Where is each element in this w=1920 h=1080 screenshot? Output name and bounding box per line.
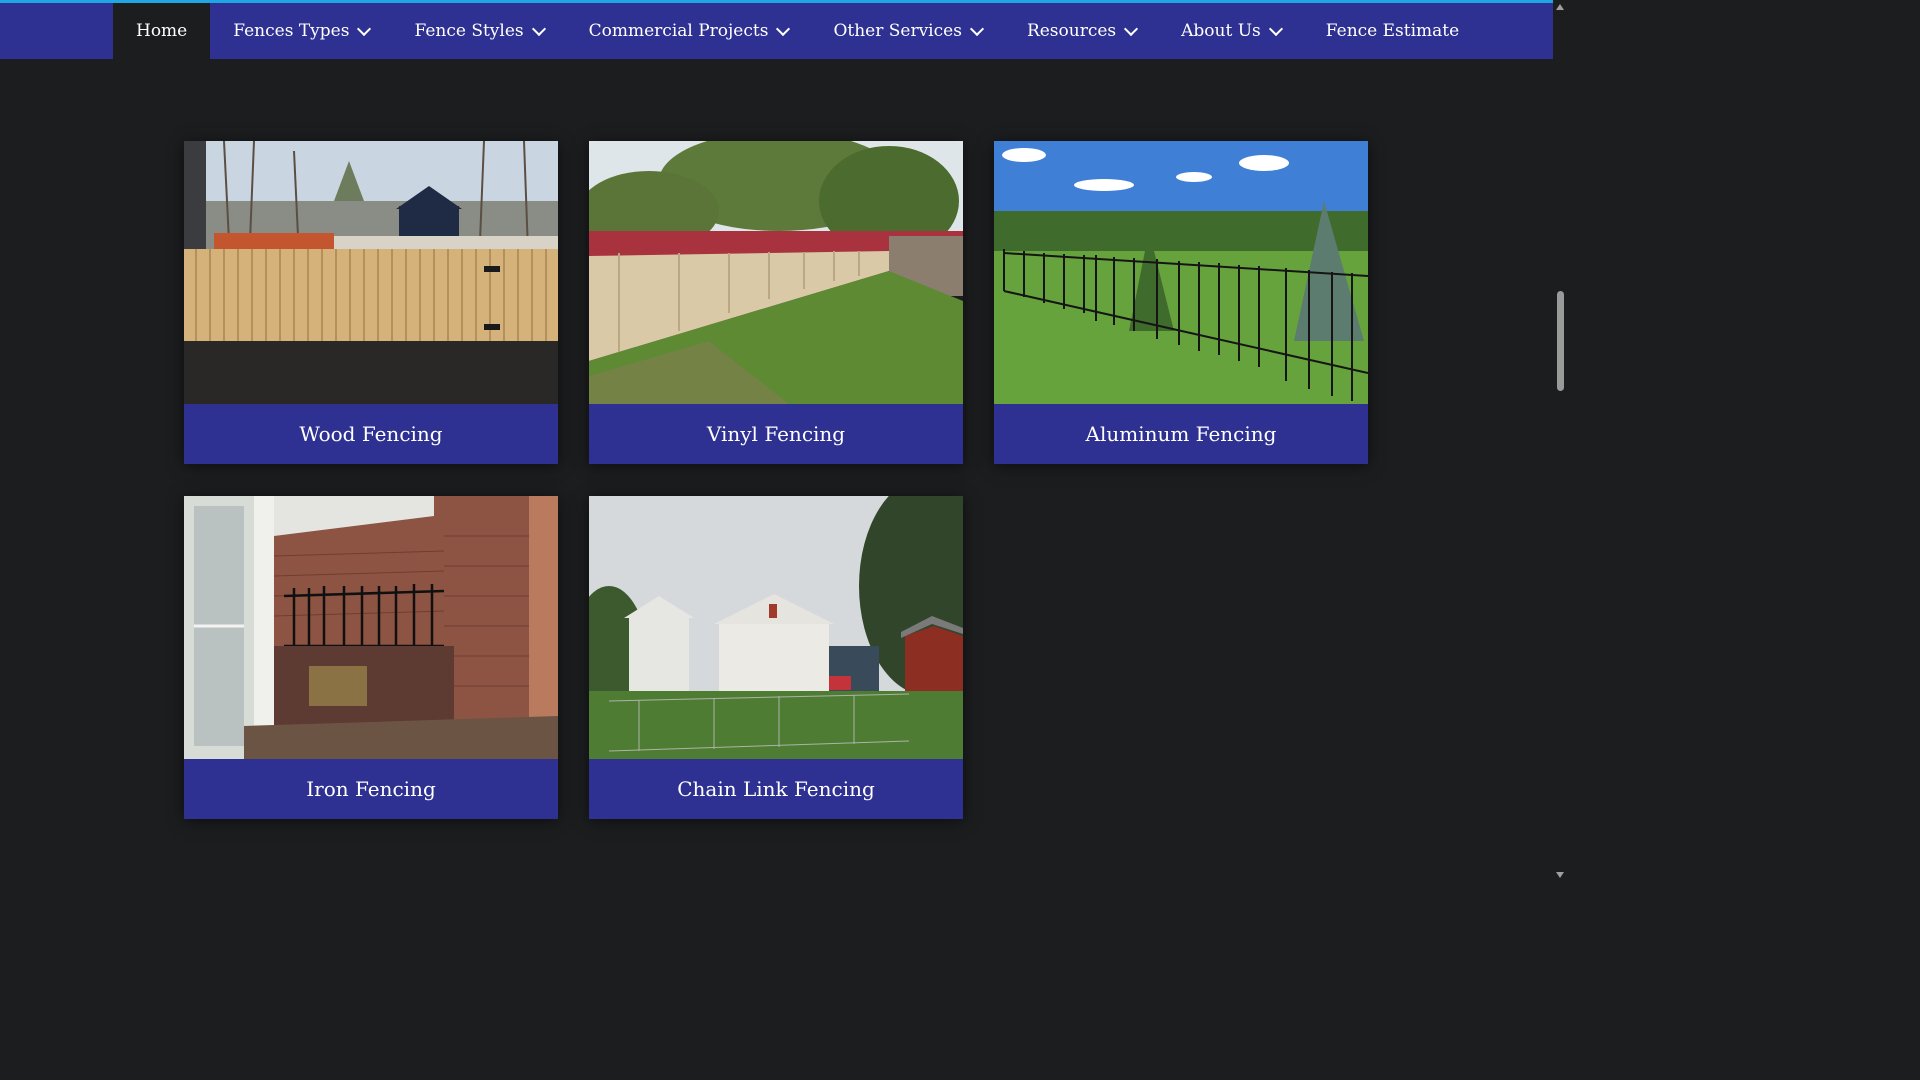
nav-other-services[interactable]: Other Services xyxy=(833,3,985,59)
card-vinyl-fencing[interactable]: Vinyl Fencing xyxy=(589,141,963,464)
vertical-scrollbar[interactable] xyxy=(1553,0,1568,882)
wood-fencing-photo xyxy=(184,141,558,404)
nav-other-services-label: Other Services xyxy=(833,21,962,41)
nav-about-us[interactable]: About Us xyxy=(1181,3,1283,59)
iron-fencing-title: Iron Fencing xyxy=(184,759,558,819)
nav-fences-types[interactable]: Fences Types xyxy=(233,3,372,59)
chain-link-fencing-photo xyxy=(589,496,963,759)
scroll-up-arrow-icon[interactable] xyxy=(1556,4,1564,10)
nav-resources-label: Resources xyxy=(1026,21,1117,41)
card-iron-fencing[interactable]: Iron Fencing xyxy=(184,496,558,819)
scroll-thumb[interactable] xyxy=(1557,291,1564,391)
nav-home-label: Home xyxy=(136,21,188,41)
chain-link-fencing-title: Chain Link Fencing xyxy=(589,759,963,819)
page: Home Fences Types Fence Styles Commercia… xyxy=(0,0,1568,882)
card-aluminum-fencing[interactable]: Aluminum Fencing xyxy=(994,141,1368,464)
aluminum-fencing-title: Aluminum Fencing xyxy=(994,404,1368,464)
chevron-down-icon xyxy=(357,21,372,36)
nav-fence-estimate[interactable]: Fence Estimate xyxy=(1326,3,1459,59)
nav-resources[interactable]: Resources xyxy=(1026,3,1139,59)
nav-fence-estimate-label: Fence Estimate xyxy=(1325,21,1460,41)
card-wood-fencing[interactable]: Wood Fencing xyxy=(184,141,558,464)
nav-fences-types-label: Fences Types xyxy=(233,21,350,41)
nav-home[interactable]: Home xyxy=(113,3,211,59)
vinyl-fencing-photo xyxy=(589,141,963,404)
vinyl-fencing-title: Vinyl Fencing xyxy=(589,404,963,464)
nav-about-us-label: About Us xyxy=(1181,21,1261,41)
wood-fencing-title: Wood Fencing xyxy=(184,404,558,464)
main-nav: Home Fences Types Fence Styles Commercia… xyxy=(113,3,1459,59)
chevron-down-icon xyxy=(1124,21,1139,36)
aluminum-fencing-photo xyxy=(994,141,1368,404)
chevron-down-icon xyxy=(531,21,546,36)
nav-commercial-projects-label: Commercial Projects xyxy=(588,21,769,41)
chevron-down-icon xyxy=(969,21,985,36)
main-navbar: Home Fences Types Fence Styles Commercia… xyxy=(0,3,1553,59)
iron-fencing-photo xyxy=(184,496,558,759)
card-chain-link-fencing[interactable]: Chain Link Fencing xyxy=(589,496,963,819)
chevron-down-icon xyxy=(776,21,791,36)
nav-commercial-projects[interactable]: Commercial Projects xyxy=(588,3,791,59)
scroll-down-arrow-icon[interactable] xyxy=(1556,872,1564,878)
nav-fence-styles-label: Fence Styles xyxy=(414,21,524,41)
nav-fence-styles[interactable]: Fence Styles xyxy=(414,3,546,59)
chevron-down-icon xyxy=(1268,21,1283,36)
